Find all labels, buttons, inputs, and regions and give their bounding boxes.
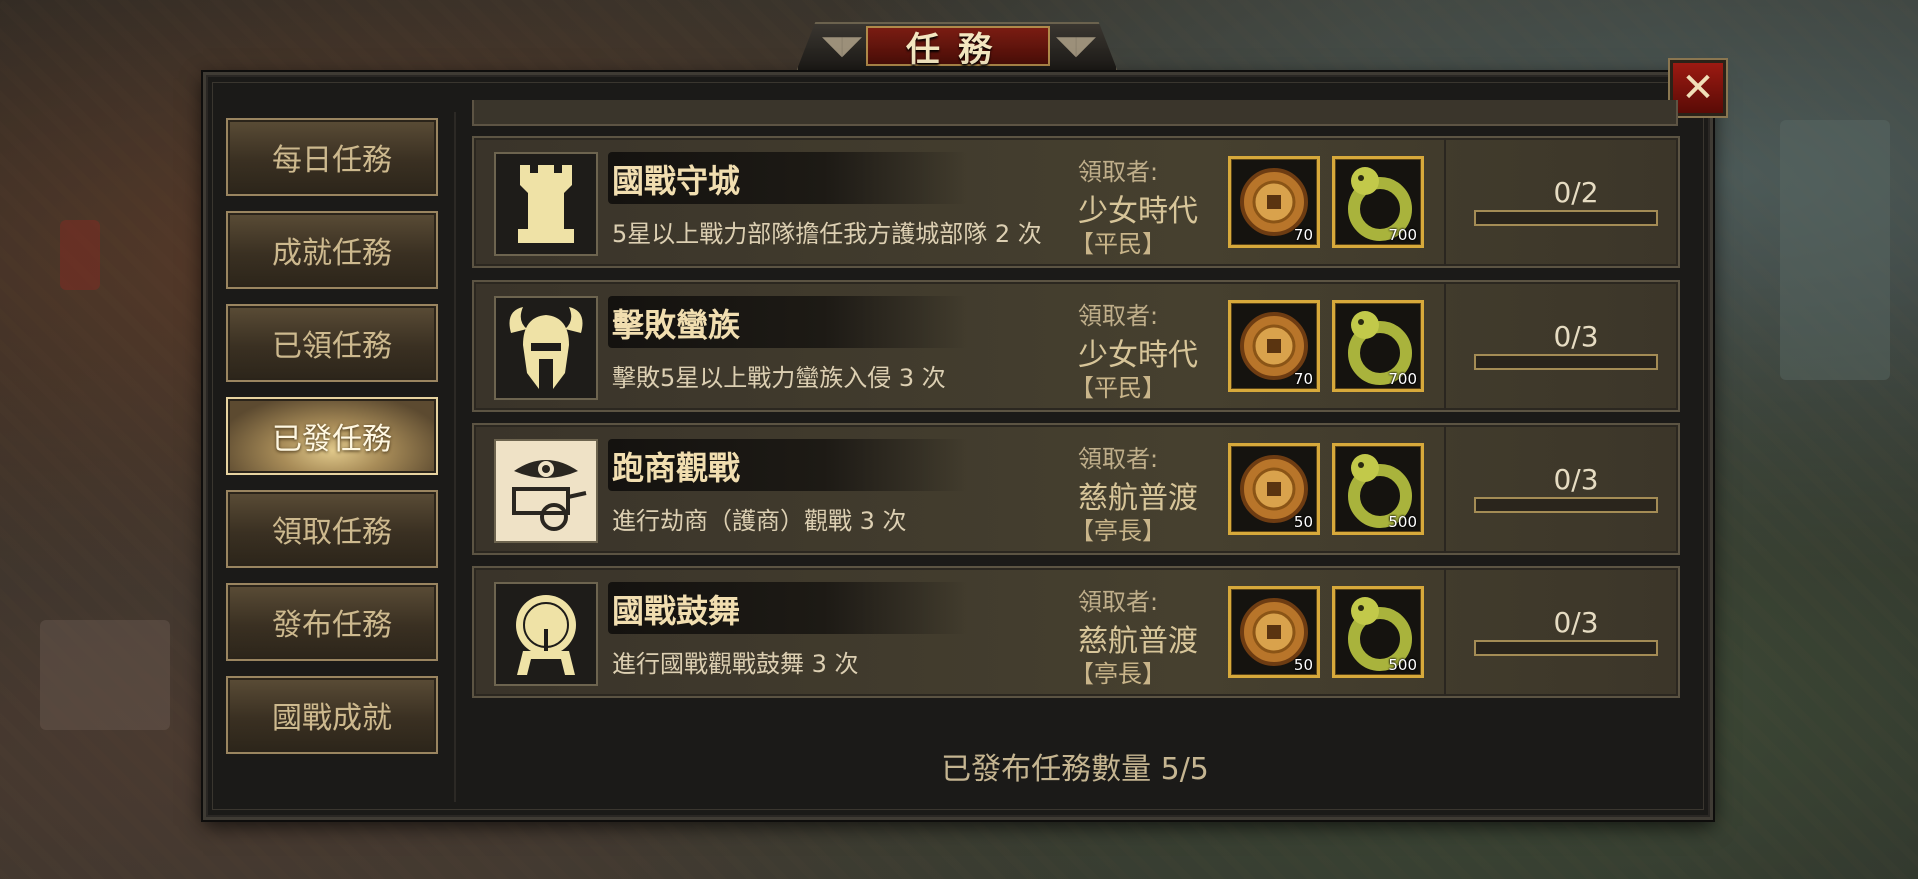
reward-coin[interactable]: 70 bbox=[1228, 300, 1320, 392]
tab-daily-quests[interactable]: 每日任務 bbox=[226, 118, 438, 196]
castle-tower-icon bbox=[494, 152, 598, 256]
reward-jade[interactable]: 500 bbox=[1332, 586, 1424, 678]
claimer-rank: 【亭長】 bbox=[1070, 517, 1166, 545]
quest-row: 擊敗蠻族 擊敗5星以上戰力蠻族入侵 3 次 領取者: 少女時代 【平民】 70 … bbox=[472, 280, 1680, 412]
tab-issued-quests[interactable]: 已發任務 bbox=[226, 397, 438, 475]
quest-description: 進行國戰觀戰鼓舞 3 次 bbox=[612, 650, 859, 678]
close-icon: ✕ bbox=[1681, 65, 1715, 111]
reward-quantity: 500 bbox=[1388, 513, 1417, 531]
title-ornament-left-icon: ◥◤ bbox=[822, 31, 862, 61]
published-count: 已發布任務數量 5/5 bbox=[941, 752, 1209, 787]
progress-bar bbox=[1474, 210, 1658, 226]
title-ornament-right-icon: ◥◤ bbox=[1056, 31, 1096, 61]
tab-achievement-quests[interactable]: 成就任務 bbox=[226, 211, 438, 289]
background-building bbox=[60, 220, 100, 290]
claimer-label: 領取者: bbox=[1078, 588, 1159, 616]
tab-national-war-achievements[interactable]: 國戰成就 bbox=[226, 676, 438, 754]
quest-row: 跑商觀戰 進行劫商（護商）觀戰 3 次 領取者: 慈航普渡 【亭長】 50 50… bbox=[472, 423, 1680, 555]
quest-row: 國戰鼓舞 進行國戰觀戰鼓舞 3 次 領取者: 慈航普渡 【亭長】 50 500 … bbox=[472, 566, 1680, 698]
row-divider bbox=[1444, 282, 1446, 410]
reward-quantity: 700 bbox=[1388, 226, 1417, 244]
quest-name: 跑商觀戰 bbox=[612, 449, 741, 487]
sidebar: 每日任務 成就任務 已領任務 已發任務 領取任務 發布任務 國戰成就 bbox=[226, 118, 438, 769]
reward-quantity: 500 bbox=[1388, 656, 1417, 674]
reward-quantity: 70 bbox=[1293, 370, 1313, 388]
reward-jade[interactable]: 500 bbox=[1332, 443, 1424, 535]
progress-text: 0/3 bbox=[1553, 320, 1599, 353]
reward-quantity: 50 bbox=[1293, 656, 1313, 674]
tab-claimed-quests[interactable]: 已領任務 bbox=[226, 304, 438, 382]
claimer-rank: 【平民】 bbox=[1070, 230, 1166, 258]
sidebar-divider bbox=[454, 112, 456, 802]
quest-name: 國戰守城 bbox=[612, 162, 741, 200]
reward-coin[interactable]: 50 bbox=[1228, 586, 1320, 678]
close-button[interactable]: ✕ bbox=[1668, 58, 1728, 118]
quest-description: 進行劫商（護商）觀戰 3 次 bbox=[612, 507, 907, 535]
background-building bbox=[40, 620, 170, 730]
tab-accept-quests[interactable]: 領取任務 bbox=[226, 490, 438, 568]
quest-name: 國戰鼓舞 bbox=[612, 592, 741, 630]
row-divider bbox=[1444, 568, 1446, 696]
window-title: 任務 bbox=[866, 26, 1050, 70]
quest-description: 擊敗5星以上戰力蠻族入侵 3 次 bbox=[612, 364, 946, 392]
progress-bar bbox=[1474, 497, 1658, 513]
row-divider bbox=[1444, 138, 1446, 266]
quest-description: 5星以上戰力部隊擔任我方護城部隊 2 次 bbox=[612, 220, 1042, 248]
row-divider bbox=[1444, 425, 1446, 553]
reward-quantity: 700 bbox=[1388, 370, 1417, 388]
claimer-rank: 【亭長】 bbox=[1070, 660, 1166, 688]
progress-text: 0/3 bbox=[1553, 606, 1599, 639]
reward-coin[interactable]: 50 bbox=[1228, 443, 1320, 535]
claimer-rank: 【平民】 bbox=[1070, 374, 1166, 402]
horned-helmet-icon bbox=[494, 296, 598, 400]
quest-name: 擊敗蠻族 bbox=[612, 306, 741, 344]
reward-quantity: 70 bbox=[1293, 226, 1313, 244]
progress-text: 0/2 bbox=[1553, 176, 1599, 209]
war-drum-icon bbox=[494, 582, 598, 686]
claimer-label: 領取者: bbox=[1078, 445, 1159, 473]
progress-bar bbox=[1474, 354, 1658, 370]
reward-quantity: 50 bbox=[1293, 513, 1313, 531]
tab-publish-quests[interactable]: 發布任務 bbox=[226, 583, 438, 661]
background-building bbox=[1780, 120, 1890, 380]
reward-coin[interactable]: 70 bbox=[1228, 156, 1320, 248]
cart-eye-icon bbox=[494, 439, 598, 543]
reward-jade[interactable]: 700 bbox=[1332, 300, 1424, 392]
progress-text: 0/3 bbox=[1553, 463, 1599, 496]
claimer-label: 領取者: bbox=[1078, 302, 1159, 330]
claimer-label: 領取者: bbox=[1078, 158, 1159, 186]
progress-bar bbox=[1474, 640, 1658, 656]
quest-row: 國戰守城 5星以上戰力部隊擔任我方護城部隊 2 次 領取者: 少女時代 【平民】… bbox=[472, 136, 1680, 268]
reward-jade[interactable]: 700 bbox=[1332, 156, 1424, 248]
list-scroll-edge bbox=[472, 100, 1678, 126]
